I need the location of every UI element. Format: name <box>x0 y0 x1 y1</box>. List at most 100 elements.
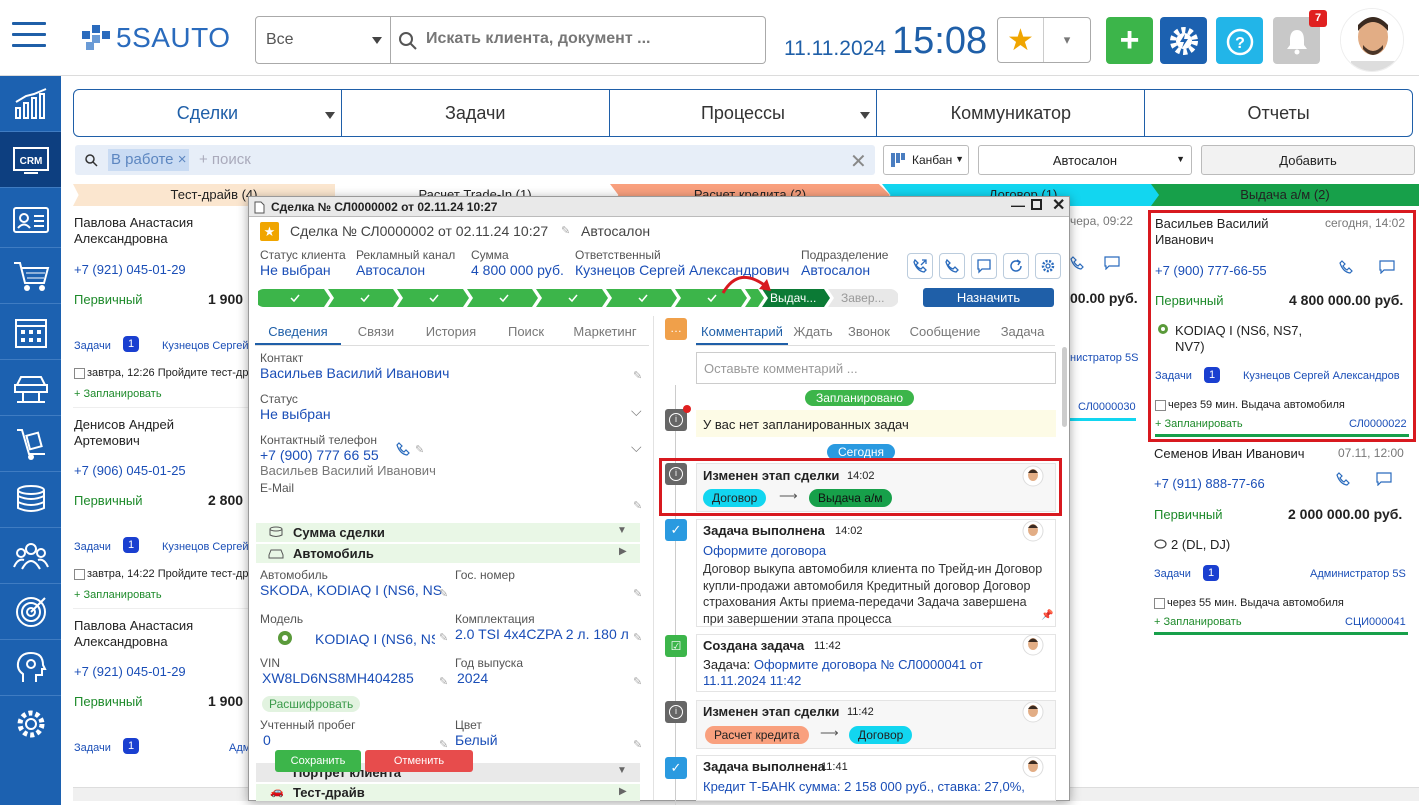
tab-history[interactable]: История <box>411 316 491 345</box>
message-icon[interactable] <box>1104 256 1120 270</box>
tab-wait[interactable]: Ждать <box>788 316 838 345</box>
message-icon[interactable] <box>1379 260 1395 274</box>
create-button[interactable]: + <box>1106 17 1153 64</box>
edit-icon[interactable]: ✎ <box>633 631 642 644</box>
event-link[interactable]: Кредит Т-БАНК сумма: 2 158 000 руб., ста… <box>703 779 1025 794</box>
card-phone[interactable]: +7 (911) 888-77-66 <box>1154 476 1265 491</box>
card-plan-link[interactable]: + Запланировать <box>1154 616 1242 628</box>
sidebar-item-team[interactable] <box>0 528 61 584</box>
message-icon[interactable] <box>971 253 997 279</box>
user-avatar[interactable] <box>1340 8 1404 72</box>
card-phone[interactable]: +7 (921) 045-01-29 <box>74 664 186 679</box>
star-icon[interactable]: ★ <box>260 222 279 241</box>
card-phone[interactable]: +7 (921) 045-01-29 <box>74 262 186 277</box>
phone-icon[interactable] <box>1339 260 1353 274</box>
card-todo[interactable]: через 59 мин. Выдача автомобиля <box>1155 399 1345 411</box>
maximize-icon[interactable] <box>1031 199 1042 210</box>
menu-icon[interactable] <box>12 22 46 48</box>
edit-icon[interactable]: ✎ <box>633 738 642 751</box>
meta-sum[interactable]: Сумма 4 800 000 руб. <box>471 248 564 278</box>
plate-field[interactable]: Гос. номер <box>455 568 515 582</box>
call-out-icon[interactable] <box>907 253 933 279</box>
timeline-event[interactable]: Задача выполнена 14:02 Оформите договора… <box>696 519 1056 627</box>
checkbox[interactable] <box>74 367 85 379</box>
card-code[interactable]: СЛ0000030 <box>1078 401 1136 413</box>
card-tasks-link[interactable]: Задачи <box>74 742 111 754</box>
settings-button[interactable] <box>1160 17 1207 64</box>
gear-icon[interactable] <box>1035 253 1061 279</box>
close-icon[interactable]: × <box>178 151 187 168</box>
progress-next-stage[interactable]: Завер... <box>841 291 885 305</box>
checkbox[interactable] <box>74 568 85 580</box>
scope-select[interactable]: Все <box>255 16 391 64</box>
refresh-icon[interactable] <box>1003 253 1029 279</box>
deal-card[interactable]: Денисов Андрей Артемович +7 (906) 045-01-… <box>73 409 249 609</box>
car-field[interactable]: Автомобиль SKODA, KODIAQ I (NS6, NS <box>260 568 450 598</box>
tab-processes[interactable]: Процессы <box>610 90 878 136</box>
sidebar-item-analytics[interactable] <box>0 76 61 132</box>
card-owner[interactable]: Кузнецов Сергей <box>162 340 249 352</box>
phone-icon[interactable] <box>396 442 410 456</box>
year-field[interactable]: Год выпуска 2024 <box>455 656 523 686</box>
chevron-down-icon[interactable] <box>860 112 871 119</box>
tab-comment[interactable]: Комментарий <box>696 316 788 345</box>
add-deal-button[interactable]: Добавить <box>1201 145 1415 175</box>
tab-message[interactable]: Сообщение <box>900 316 990 345</box>
tab-call[interactable]: Звонок <box>838 316 900 345</box>
card-phone[interactable]: +7 (906) 045-01-25 <box>74 463 186 478</box>
deal-card[interactable]: Павлова Анастасия Александровна +7 (921) … <box>73 208 249 408</box>
card-tasks-link[interactable]: Задачи <box>1154 568 1191 580</box>
tab-deals[interactable]: Сделки <box>74 90 342 136</box>
card-todo[interactable]: через 55 мин. Выдача автомобиля <box>1154 597 1344 609</box>
timeline-event[interactable]: Изменен этап сделки 11:42 Расчет кредита… <box>696 700 1056 749</box>
vertical-scrollbar[interactable] <box>1062 347 1067 427</box>
sidebar-item-sales[interactable] <box>0 248 61 304</box>
card-owner[interactable]: Администратор 5S <box>1310 568 1406 580</box>
mileage-field[interactable]: Учтенный пробег 0 <box>260 718 355 748</box>
timeline-event[interactable]: Создана задача 11:42 Задача: Оформите до… <box>696 634 1056 692</box>
sidebar-item-support[interactable] <box>0 640 61 696</box>
tab-communicator[interactable]: Коммуникатор <box>877 90 1146 136</box>
tab-search[interactable]: Поиск <box>491 316 561 345</box>
meta-department[interactable]: Подразделение Автосалон <box>801 248 888 278</box>
filter-chip[interactable]: В работе × <box>108 149 190 171</box>
salon-select[interactable]: Автосалон ▼ <box>978 145 1192 175</box>
edit-icon[interactable]: ✎ <box>561 224 570 237</box>
card-tasks-link[interactable]: Задачи <box>74 541 111 553</box>
star-icon[interactable]: ★ <box>998 18 1044 62</box>
chevron-down-icon[interactable] <box>324 112 335 119</box>
pin-icon[interactable]: 📌 <box>1041 610 1053 621</box>
favorites-button[interactable]: ★ ▾ <box>997 17 1091 63</box>
deal-card[interactable]: Павлова Анастасия Александровна +7 (921) … <box>73 610 249 805</box>
checkbox[interactable] <box>1155 399 1166 411</box>
chevron-down-icon[interactable]: ▾ <box>1044 18 1090 62</box>
card-tasks-link[interactable]: Задачи <box>1155 370 1192 382</box>
card-code[interactable]: СЛ0000022 <box>1349 418 1407 430</box>
deal-card-highlighted[interactable]: Васильев Василий Иванович сегодня, 14:02 … <box>1148 210 1416 442</box>
sidebar-item-service[interactable] <box>0 360 61 416</box>
phone-icon[interactable] <box>1070 256 1084 270</box>
sidebar-item-settings[interactable] <box>0 696 61 752</box>
clear-filter-icon[interactable]: ✕ <box>850 149 867 174</box>
stage-handover[interactable]: Выдача а/м (2) <box>1151 184 1419 206</box>
tab-reports[interactable]: Отчеты <box>1145 90 1412 136</box>
message-icon[interactable] <box>1376 472 1392 486</box>
section-test-drive[interactable]: 🚗 Тест-драйв ▶ <box>256 784 640 801</box>
sidebar-item-finance[interactable] <box>0 472 61 528</box>
model-field[interactable]: Модель <box>260 612 303 626</box>
view-select[interactable]: Канбан ▼ <box>883 145 969 175</box>
section-deal-sum[interactable]: Сумма сделки ▼ <box>256 523 640 542</box>
checkbox[interactable] <box>1154 597 1165 609</box>
timeline-event[interactable]: Задача выполнена 11:41 Кредит Т-БАНК сум… <box>696 755 1056 801</box>
edit-icon[interactable]: ✎ <box>633 499 642 512</box>
comment-input[interactable]: Оставьте комментарий ... <box>696 352 1056 384</box>
meta-client-status[interactable]: Статус клиента Не выбран <box>260 248 346 278</box>
close-icon[interactable]: ✕ <box>1052 195 1065 215</box>
card-plan-link[interactable]: + Запланировать <box>1155 418 1243 430</box>
card-phone[interactable]: +7 (900) 777-66-55 <box>1155 263 1267 278</box>
vin-field[interactable]: VIN XW8LD6NS8MH404285 <box>260 656 414 686</box>
email-field[interactable]: E-Mail <box>260 481 294 495</box>
edit-icon[interactable]: ✎ <box>633 369 642 382</box>
edit-icon[interactable]: ✎ <box>415 443 424 456</box>
equipment-field[interactable]: Комплектация 2.0 TSI 4x4CZPA 2 л. 180 л <box>455 612 635 642</box>
